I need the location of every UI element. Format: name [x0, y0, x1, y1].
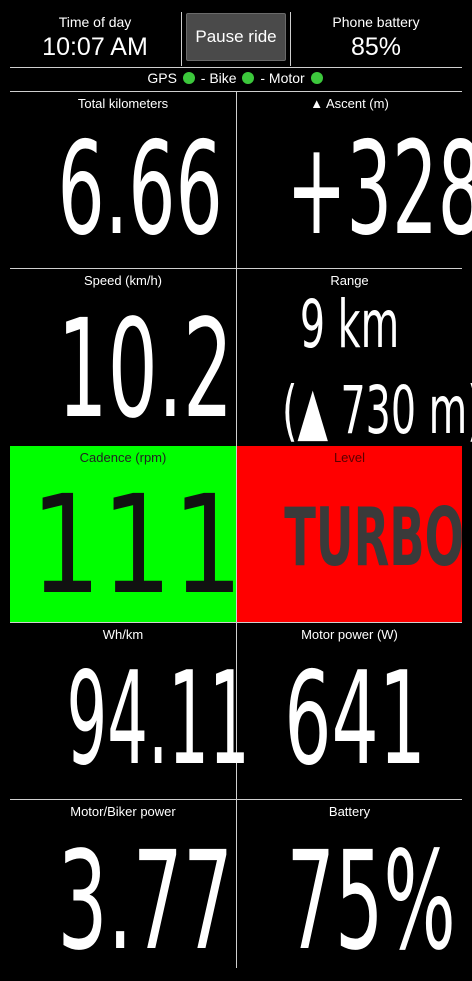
level-value: TURBO — [284, 491, 465, 584]
speed-label: Speed (km/h) — [83, 273, 163, 288]
ascent-value: +328 — [286, 115, 472, 264]
pause-ride-button[interactable]: Pause ride — [186, 13, 286, 61]
divider — [10, 799, 462, 800]
divider — [10, 67, 462, 68]
ascent-label: ▲ Ascent (m) — [310, 96, 389, 111]
total-km-value: 6.66 — [57, 115, 223, 264]
gps-status-label: GPS — [147, 70, 177, 86]
header-divider — [181, 12, 182, 66]
total-km-label: Total kilometers — [77, 96, 169, 111]
battery-label: Battery — [328, 804, 371, 819]
motor-power-label: Motor power (W) — [301, 627, 398, 642]
divider — [10, 268, 462, 269]
motor-power-value: 641 — [284, 645, 426, 794]
motor-status-indicator-icon — [310, 72, 323, 84]
wh-km-value: 94.11 — [66, 645, 250, 794]
bike-status-indicator-icon — [242, 72, 255, 84]
cadence-label: Cadence (rpm) — [79, 450, 167, 465]
motor-status-label: Motor — [268, 70, 305, 86]
separator: - — [200, 70, 206, 86]
range-ascent-value: (▲ 730 m) — [282, 372, 472, 449]
bike-status-label: Bike — [209, 70, 237, 86]
speed-value: 10.2 — [57, 291, 234, 449]
range-value: 9 km — [299, 286, 400, 363]
phone-battery-value: 85% — [350, 33, 402, 61]
battery-value: 75% — [286, 823, 456, 981]
cadence-value: 111 — [30, 467, 244, 625]
status-row: GPS - Bike - Motor — [10, 70, 462, 86]
time-of-day-value: 10:07 AM — [42, 33, 148, 61]
level-label: Level — [333, 450, 366, 465]
motor-biker-power-label: Motor/Biker power — [70, 804, 176, 819]
gps-status-indicator-icon — [182, 72, 195, 84]
time-of-day-label: Time of day — [58, 14, 132, 30]
separator: - — [260, 70, 266, 86]
motor-biker-power-value: 3.77 — [57, 823, 234, 981]
phone-battery-label: Phone battery — [332, 14, 420, 30]
wh-km-label: Wh/km — [102, 627, 144, 642]
